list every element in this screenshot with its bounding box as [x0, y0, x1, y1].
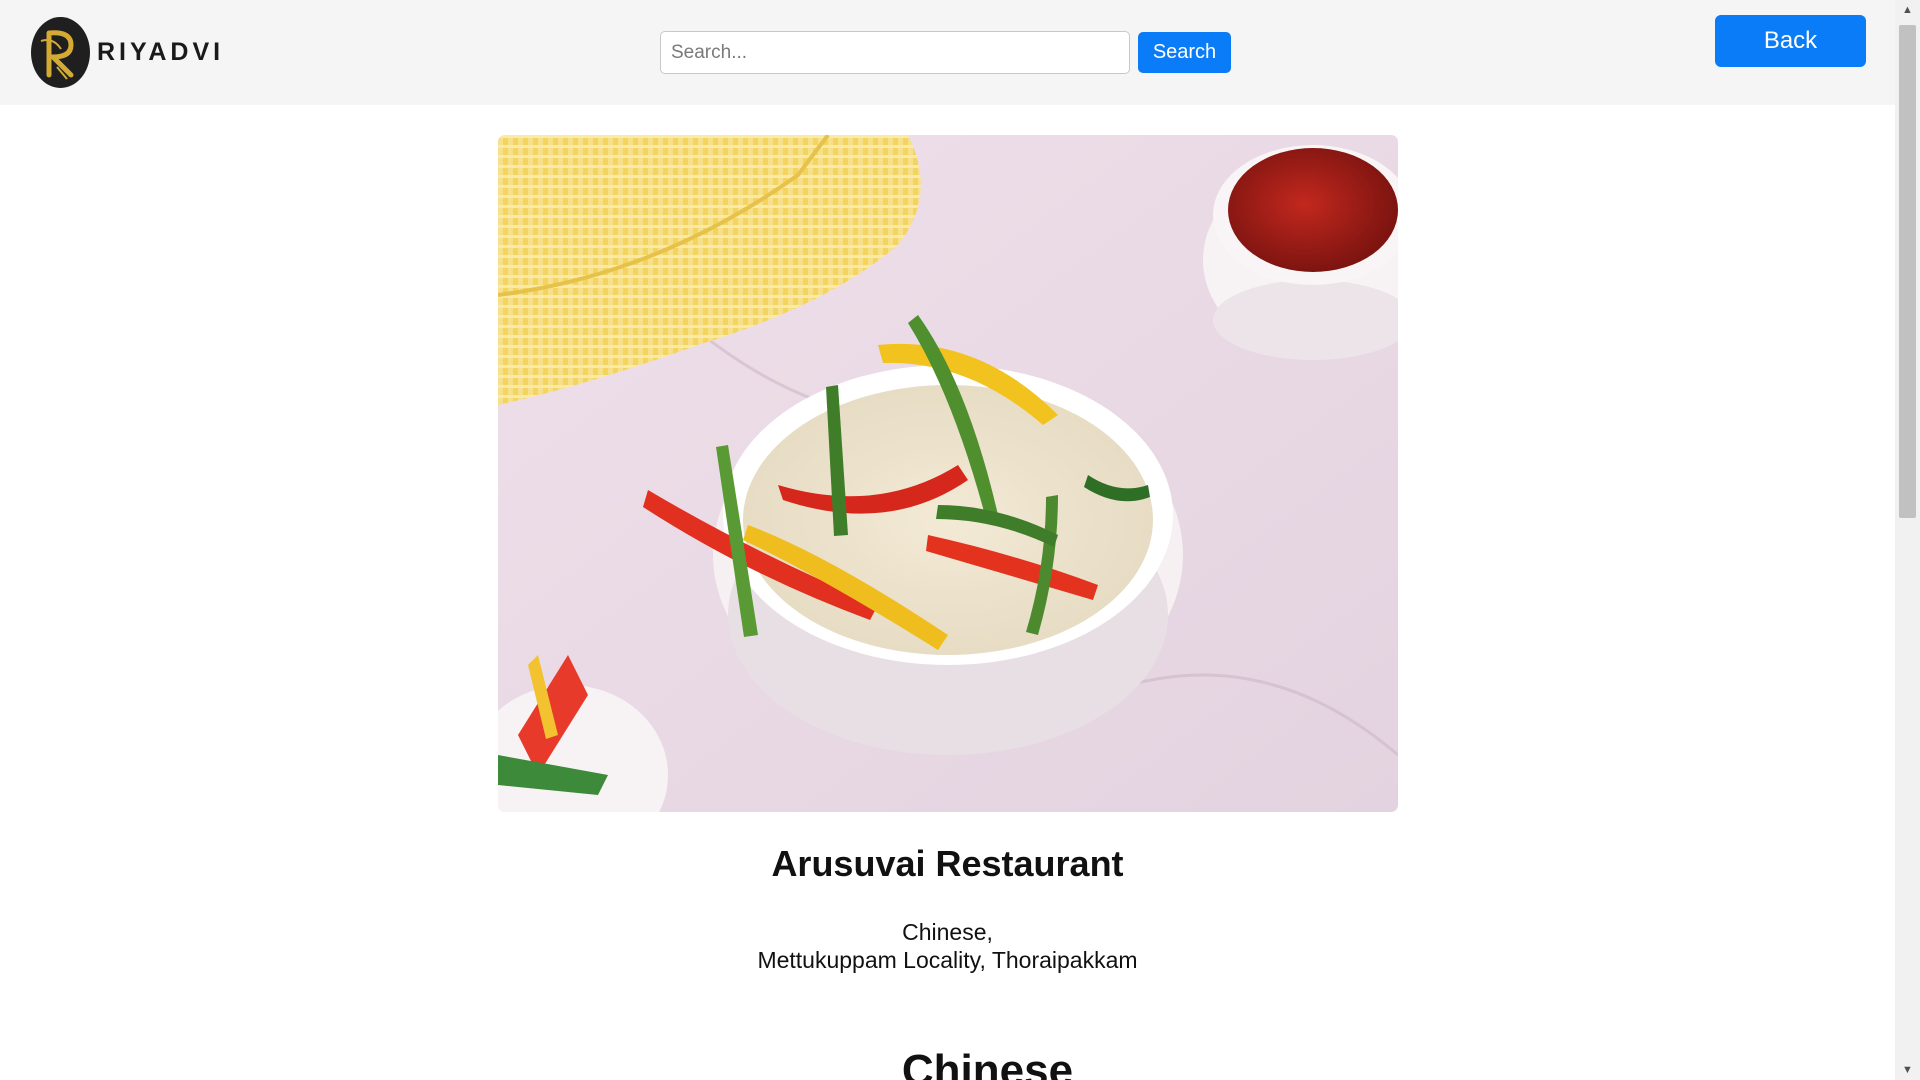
- scroll-up-icon[interactable]: ▲: [1895, 0, 1920, 20]
- back-button[interactable]: Back: [1715, 15, 1866, 67]
- scroll-thumb[interactable]: [1899, 25, 1916, 518]
- brand-name: RIYADVI: [97, 38, 225, 66]
- top-header: RIYADVI Search Back: [0, 0, 1895, 105]
- brand-logo[interactable]: RIYADVI: [31, 17, 224, 88]
- scroll-down-icon[interactable]: ▼: [1895, 1060, 1920, 1080]
- restaurant-hero-image: [498, 135, 1398, 812]
- restaurant-page: RIYADVI Search Back: [0, 0, 1920, 1080]
- search-button[interactable]: Search: [1138, 32, 1231, 73]
- fried-rice-photo-icon: [498, 135, 1398, 812]
- restaurant-location: Mettukuppam Locality, Thoraipakkam: [757, 947, 1138, 973]
- logo-icon: [31, 17, 90, 88]
- menu-section-title: Chinese: [901, 1046, 1074, 1080]
- restaurant-name: Arusuvai Restaurant: [771, 843, 1124, 884]
- search-bar: Search: [660, 31, 1231, 74]
- page-scrollbar[interactable]: ▲ ▼: [1895, 0, 1920, 1080]
- restaurant-cuisine: Chinese,: [902, 919, 993, 945]
- restaurant-details: Chinese, Mettukuppam Locality, Thoraipak…: [0, 918, 1895, 974]
- search-input[interactable]: [660, 31, 1130, 74]
